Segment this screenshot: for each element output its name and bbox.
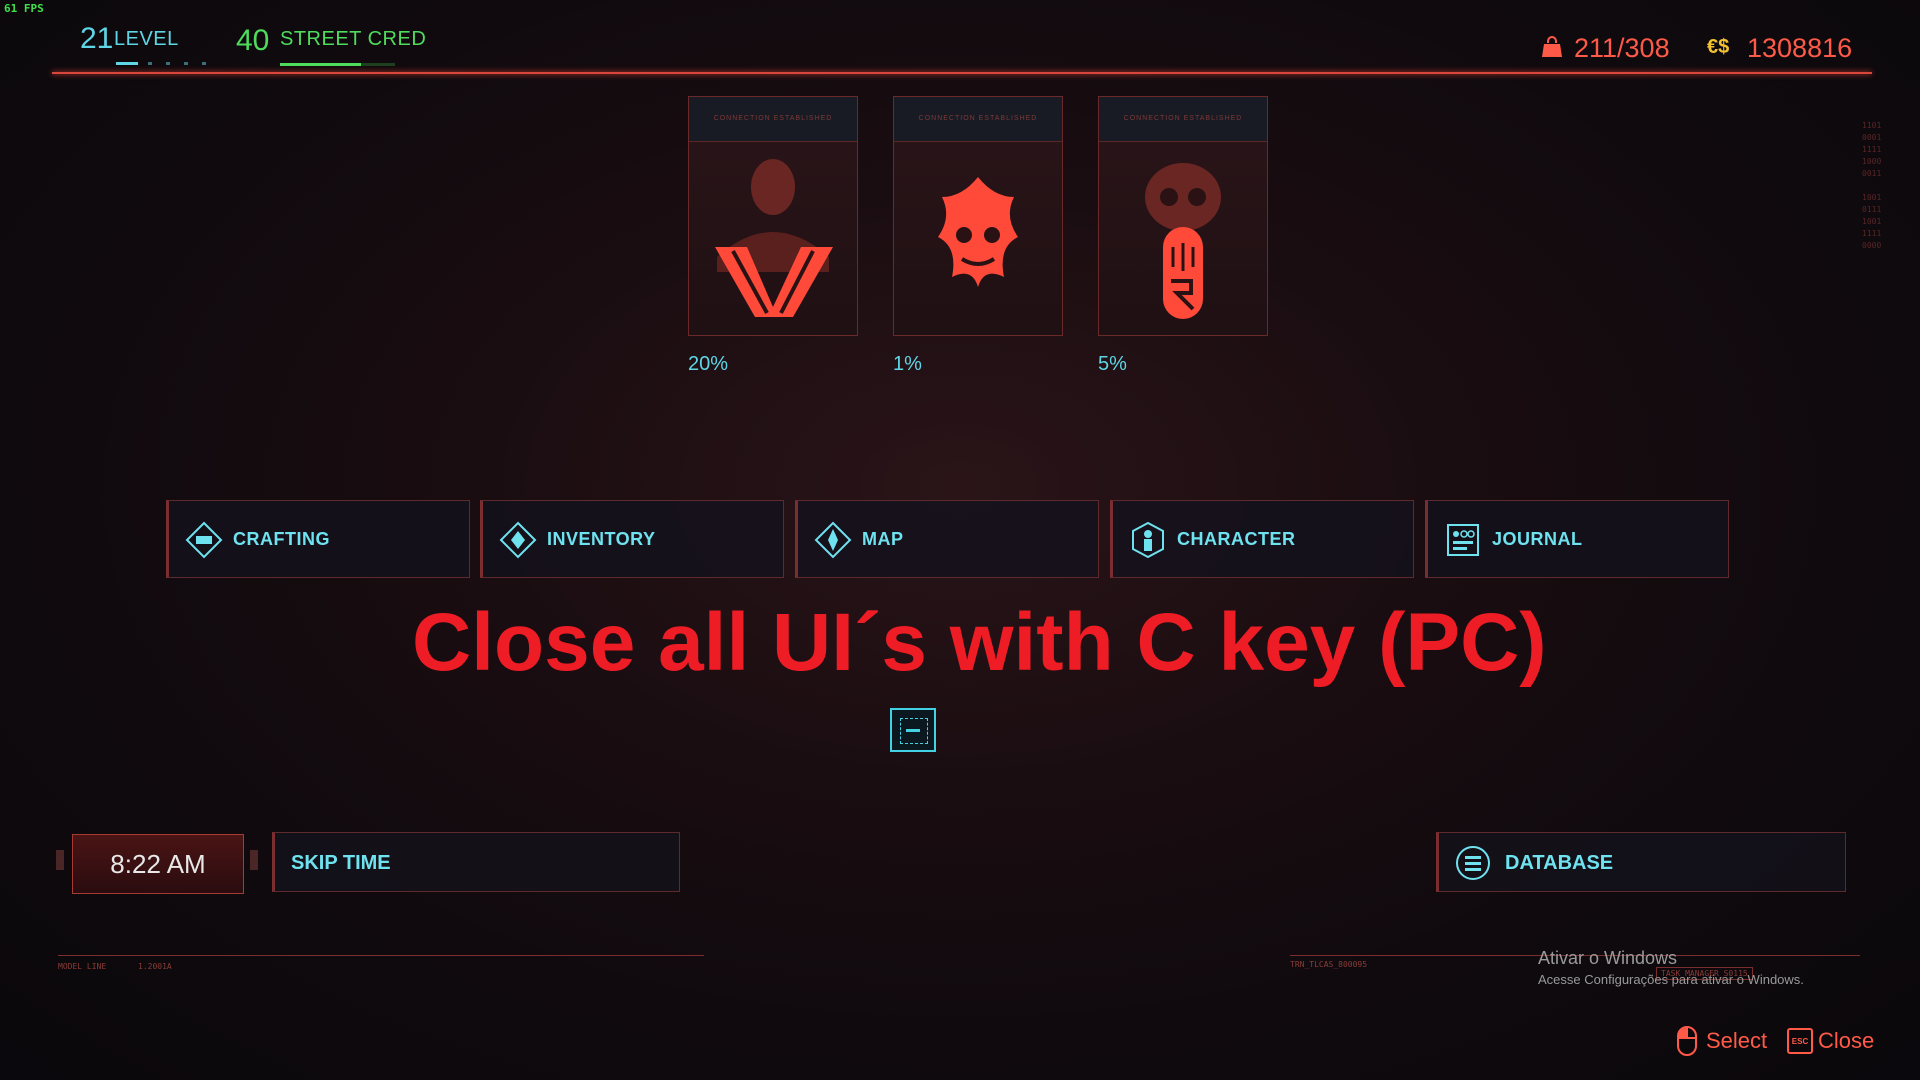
faction-percent-valentinos: 20%: [688, 353, 729, 375]
journal-icon: [1447, 524, 1479, 556]
journal-label: JOURNAL: [1492, 529, 1583, 549]
card-caption: CONNECTION ESTABLISHED: [1123, 115, 1243, 122]
journal-button[interactable]: JOURNAL: [1425, 500, 1729, 578]
faction-percent-maelstrom: 5%: [1098, 353, 1127, 375]
character-icon: [1132, 521, 1164, 559]
level-progress-bar: [116, 62, 216, 65]
card-caption: CONNECTION ESTABLISHED: [918, 115, 1038, 122]
clock-display: 8:22 AM: [72, 834, 244, 894]
faction-card-maelstrom[interactable]: CONNECTION ESTABLISHED: [1098, 96, 1268, 336]
select-hint[interactable]: Select: [1706, 1028, 1767, 1054]
close-hint[interactable]: Close: [1818, 1028, 1874, 1054]
database-button[interactable]: DATABASE: [1436, 832, 1846, 892]
esc-key-icon: ESC: [1787, 1028, 1813, 1054]
faction-card-tyger-claws[interactable]: CONNECTION ESTABLISHED: [893, 96, 1063, 336]
skip-time-button[interactable]: SKIP TIME: [272, 832, 680, 892]
crafting-icon: [185, 521, 223, 559]
street-cred-progress-bar: [280, 63, 395, 66]
level-label: LEVEL: [114, 28, 179, 50]
footer-left-line: [58, 955, 704, 956]
esc-key-label: ESC: [1791, 1037, 1809, 1046]
windows-activation-subtitle: Acesse Configurações para ativar o Windo…: [1538, 972, 1804, 987]
mouse-icon: [1677, 1026, 1697, 1056]
street-cred-value: 40: [236, 24, 270, 57]
model-line-value: 1.2001A: [138, 962, 172, 971]
binary-deco: 1101 0001 1111 1000 0011 1001 0111 1001 1111 000…: [1862, 121, 1882, 250]
character-label: CHARACTER: [1177, 529, 1296, 549]
money-amount: 1308816: [1747, 33, 1853, 63]
inventory-label: INVENTORY: [547, 529, 656, 549]
fps-counter: 61 FPS: [4, 2, 44, 15]
valentinos-faction-icon: [715, 159, 833, 317]
inventory-capacity: 211/308: [1574, 33, 1670, 63]
faction-card-valentinos[interactable]: CONNECTION ESTABLISHED: [688, 96, 858, 336]
cursor-icon: [890, 708, 936, 752]
header-divider: [52, 72, 1872, 74]
trn-code: TRN_TLCAS_800095: [1290, 960, 1368, 969]
bag-icon: [1542, 36, 1562, 57]
maelstrom-faction-icon: [1145, 163, 1221, 319]
character-button[interactable]: CHARACTER: [1110, 500, 1414, 578]
clock-time: 8:22 AM: [110, 849, 206, 879]
clock-right-tab: [250, 850, 258, 870]
clock-left-tab: [56, 850, 64, 870]
street-cred-label: STREET CRED: [280, 28, 427, 50]
map-icon: [814, 521, 852, 559]
inventory-button[interactable]: INVENTORY: [480, 500, 784, 578]
map-button[interactable]: MAP: [795, 500, 1099, 578]
crafting-label: CRAFTING: [233, 529, 330, 549]
level-value: 21: [80, 22, 114, 55]
overlay-banner: Close all UI´s with C key (PC): [412, 597, 1547, 688]
windows-activation-title: Ativar o Windows: [1538, 948, 1678, 968]
database-icon: [1456, 846, 1490, 880]
model-line-label: MODEL LINE: [58, 962, 107, 971]
skip-time-label: SKIP TIME: [291, 852, 391, 874]
tyger-claws-faction-icon: [938, 177, 1018, 287]
database-label: DATABASE: [1505, 852, 1614, 874]
crafting-button[interactable]: CRAFTING: [166, 500, 470, 578]
map-label: MAP: [862, 529, 904, 549]
eddies-icon: €$: [1707, 36, 1730, 58]
faction-percent-tyger-claws: 1%: [893, 353, 922, 375]
inventory-icon: [499, 521, 537, 559]
card-caption: CONNECTION ESTABLISHED: [713, 115, 833, 122]
